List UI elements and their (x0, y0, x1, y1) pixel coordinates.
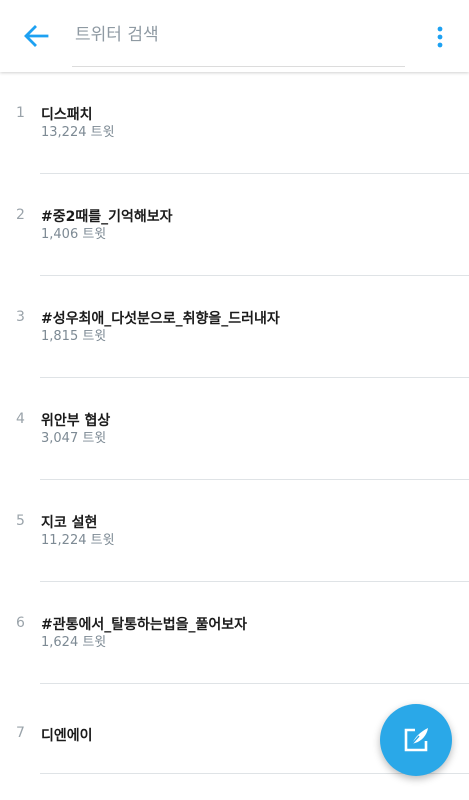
more-options-button[interactable] (426, 22, 454, 52)
trend-rank: 4 (16, 411, 25, 427)
trend-list: 1 디스패치 13,224 트윗 2 #중2때를_기억해보자 1,406 트윗 … (0, 72, 469, 774)
trend-rank: 1 (16, 105, 25, 121)
search-header (0, 0, 469, 72)
trend-rank: 3 (16, 309, 25, 325)
trend-tweet-count: 13,224 트윗 (41, 125, 115, 140)
back-button[interactable] (18, 20, 54, 52)
trend-tweet-count: 1,406 트윗 (41, 227, 107, 242)
compose-tweet-icon (404, 728, 428, 752)
trend-item-2[interactable]: 2 #중2때를_기억해보자 1,406 트윗 (0, 174, 469, 276)
trend-title: 디엔에이 (41, 728, 93, 744)
trend-rank: 2 (16, 207, 25, 223)
trend-tweet-count: 3,047 트윗 (41, 431, 107, 446)
arrow-left-icon (24, 25, 49, 47)
search-field (72, 20, 405, 67)
trend-item-3[interactable]: 3 #성우최애_다섯분으로_취향을_드러내자 1,815 트윗 (0, 276, 469, 378)
trend-item-4[interactable]: 4 위안부 협상 3,047 트윗 (0, 378, 469, 480)
trend-rank: 7 (16, 725, 25, 741)
trend-tweet-count: 1,815 트윗 (41, 329, 107, 344)
trend-item-5[interactable]: 5 지코 설현 11,224 트윗 (0, 480, 469, 582)
trend-tweet-count: 11,224 트윗 (41, 533, 115, 548)
search-input[interactable] (72, 20, 405, 50)
trend-item-1[interactable]: 1 디스패치 13,224 트윗 (0, 72, 469, 174)
trend-rank: 5 (16, 513, 25, 529)
more-vertical-icon (437, 26, 443, 48)
trend-item-6[interactable]: 6 #관통에서_탈통하는법을_풀어보자 1,624 트윗 (0, 582, 469, 684)
trend-rank: 6 (16, 615, 25, 631)
app-screen: 1 디스패치 13,224 트윗 2 #중2때를_기억해보자 1,406 트윗 … (0, 0, 469, 800)
compose-tweet-button[interactable] (380, 704, 452, 776)
trend-tweet-count: 1,624 트윗 (41, 635, 107, 650)
